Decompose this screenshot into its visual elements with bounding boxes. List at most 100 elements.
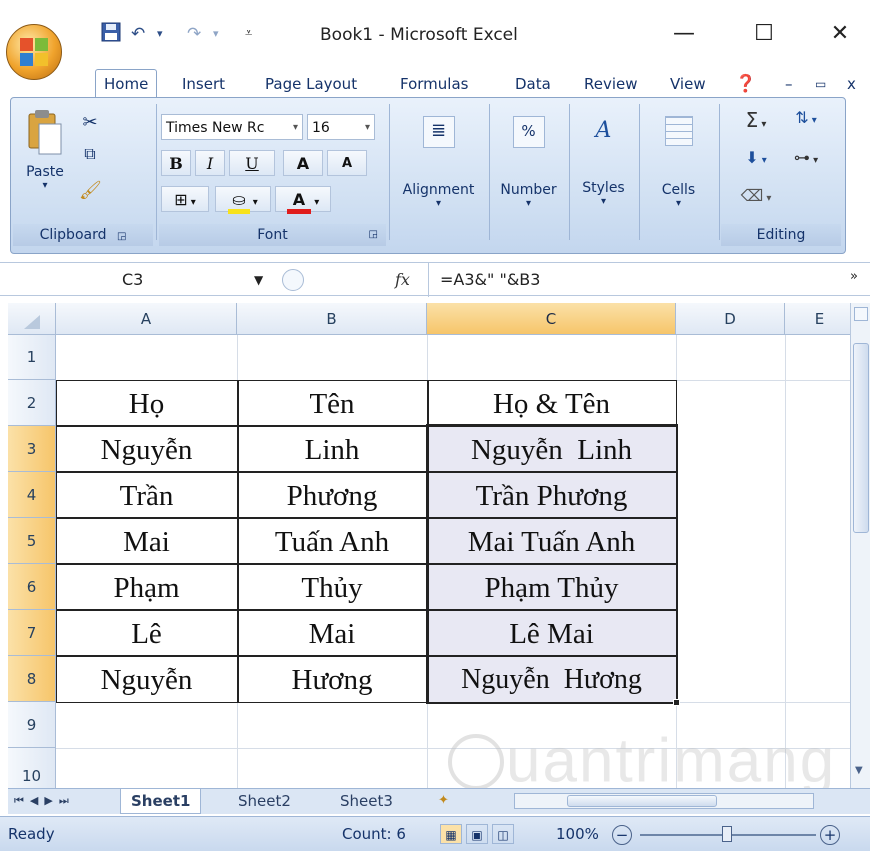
help-icon[interactable]: ❓: [735, 70, 756, 98]
expand-formula-icon[interactable]: »: [850, 269, 858, 284]
cell-b6[interactable]: Thủy: [237, 566, 427, 610]
cell-b7[interactable]: Mai: [237, 612, 427, 656]
find-select-button[interactable]: ⊶ ▾: [781, 148, 831, 167]
autosum-button[interactable]: Σ ▾: [731, 108, 781, 132]
tab-page-layout[interactable]: Page Layout: [265, 70, 357, 98]
alignment-button[interactable]: ≣ Alignment ▾: [391, 110, 486, 240]
zoom-in-icon[interactable]: +: [820, 825, 840, 845]
borders-button[interactable]: ⊞ ▾: [161, 186, 209, 212]
undo-icon[interactable]: ↶: [131, 22, 145, 46]
row-header-1[interactable]: 1: [8, 335, 56, 380]
column-header-e[interactable]: E: [785, 303, 850, 335]
cell-b3[interactable]: Linh: [237, 428, 427, 472]
styles-button[interactable]: A Styles ▾: [571, 110, 636, 240]
save-icon[interactable]: [101, 22, 121, 46]
cell-c8[interactable]: Nguyễn Hương: [427, 658, 676, 702]
ribbon-restore-icon[interactable]: ▭: [815, 70, 826, 98]
bold-button[interactable]: B: [161, 150, 191, 176]
ribbon-minimize-icon[interactable]: –: [785, 70, 793, 98]
cell-a5[interactable]: Mai: [56, 520, 237, 564]
tab-formulas[interactable]: Formulas: [400, 70, 468, 98]
cell-b4[interactable]: Phương: [237, 474, 427, 518]
scroll-down-icon[interactable]: ▼: [855, 765, 863, 776]
cell-c3[interactable]: Nguyễn Linh: [427, 428, 676, 472]
italic-button[interactable]: I: [195, 150, 225, 176]
tab-home[interactable]: Home: [95, 69, 158, 100]
format-painter-icon[interactable]: 🖌: [79, 180, 102, 201]
underline-button[interactable]: U: [229, 150, 275, 176]
font-dialog-launcher-icon[interactable]: ◲: [369, 224, 378, 246]
tab-insert[interactable]: Insert: [182, 70, 225, 98]
customize-qat-icon[interactable]: ⩡: [245, 22, 252, 46]
redo-icon[interactable]: ↷: [187, 22, 201, 46]
cell-b2[interactable]: Tên: [237, 382, 427, 426]
column-header-b[interactable]: B: [237, 303, 427, 335]
normal-view-icon[interactable]: ▦: [440, 824, 462, 844]
row-header-4[interactable]: 4: [8, 472, 56, 518]
tab-data[interactable]: Data: [515, 70, 551, 98]
name-box[interactable]: C3 ▼: [4, 266, 274, 294]
sheet-nav-arrows[interactable]: ⏮◀▶⏭: [14, 789, 75, 813]
column-header-a[interactable]: A: [56, 303, 237, 335]
row-header-2[interactable]: 2: [8, 380, 56, 426]
ribbon-close-icon[interactable]: x: [847, 70, 856, 98]
shrink-font-button[interactable]: A: [327, 150, 367, 176]
minimize-button[interactable]: —: [662, 14, 706, 54]
vertical-scroll-thumb[interactable]: [853, 343, 869, 533]
cell-a8[interactable]: Nguyễn: [56, 658, 237, 702]
sheet-tab-sheet3[interactable]: Sheet3: [330, 789, 403, 813]
grow-font-button[interactable]: A: [283, 150, 323, 176]
cells-button[interactable]: Cells ▾: [641, 110, 716, 240]
page-layout-view-icon[interactable]: ▣: [466, 824, 488, 844]
select-all-corner[interactable]: [8, 303, 56, 335]
column-header-d[interactable]: D: [676, 303, 785, 335]
cell-a7[interactable]: Lê: [56, 612, 237, 656]
sheet-tab-sheet2[interactable]: Sheet2: [228, 789, 301, 813]
zoom-out-icon[interactable]: −: [612, 825, 632, 845]
row-header-3[interactable]: 3: [8, 426, 56, 472]
sheet-tab-sheet1[interactable]: Sheet1: [120, 789, 202, 814]
office-button[interactable]: [6, 24, 62, 80]
paste-button[interactable]: Paste ▾: [21, 108, 69, 208]
split-box[interactable]: [854, 307, 868, 321]
cell-c6[interactable]: Phạm Thủy: [427, 566, 676, 610]
number-button[interactable]: % Number ▾: [491, 110, 566, 240]
cell-a6[interactable]: Phạm: [56, 566, 237, 610]
undo-dropdown-icon[interactable]: ▾: [157, 22, 163, 46]
font-name-select[interactable]: Times New Rc ▾: [161, 114, 303, 140]
cell-b5[interactable]: Tuấn Anh: [237, 520, 427, 564]
tab-view[interactable]: View: [670, 70, 706, 98]
insert-sheet-icon[interactable]: ✦: [428, 789, 459, 813]
cell-c2[interactable]: Họ & Tên: [427, 382, 676, 426]
row-header-5[interactable]: 5: [8, 518, 56, 564]
cell-b8[interactable]: Hương: [237, 658, 427, 702]
worksheet-grid[interactable]: A B C D E 1 2 3 4 5 6 7 8 9 10 Họ Tên Họ…: [8, 303, 850, 788]
formula-bar-toggle-icon[interactable]: [282, 269, 304, 291]
page-break-view-icon[interactable]: ◫: [492, 824, 514, 844]
row-header-9[interactable]: 9: [8, 702, 56, 748]
cell-a3[interactable]: Nguyễn: [56, 428, 237, 472]
redo-dropdown-icon[interactable]: ▾: [213, 22, 219, 46]
horizontal-scrollbar[interactable]: [514, 793, 814, 809]
formula-input[interactable]: =A3&" "&B3: [440, 266, 840, 294]
close-button[interactable]: ✕: [818, 14, 862, 54]
cell-c4[interactable]: Trần Phương: [427, 474, 676, 518]
clear-button[interactable]: ⌫ ▾: [731, 186, 781, 205]
insert-function-button[interactable]: fx: [395, 266, 419, 294]
font-color-button[interactable]: A ▾: [275, 186, 331, 214]
dialog-launcher-icon[interactable]: ◲: [117, 231, 126, 242]
row-header-7[interactable]: 7: [8, 610, 56, 656]
copy-icon[interactable]: ⧉: [79, 144, 101, 164]
vertical-scrollbar[interactable]: ▼: [850, 303, 870, 788]
cell-a2[interactable]: Họ: [56, 382, 237, 426]
row-header-10[interactable]: 10: [8, 748, 56, 788]
fill-color-button[interactable]: ⛀ ▾: [215, 186, 271, 214]
font-size-select[interactable]: 16 ▾: [307, 114, 375, 140]
horizontal-scroll-thumb[interactable]: [567, 795, 717, 807]
row-header-8[interactable]: 8: [8, 656, 56, 702]
row-header-6[interactable]: 6: [8, 564, 56, 610]
column-header-c[interactable]: C: [427, 303, 676, 335]
fill-button[interactable]: ⬇ ▾: [731, 148, 781, 167]
maximize-button[interactable]: ☐: [742, 14, 786, 54]
zoom-level[interactable]: 100%: [556, 817, 599, 851]
